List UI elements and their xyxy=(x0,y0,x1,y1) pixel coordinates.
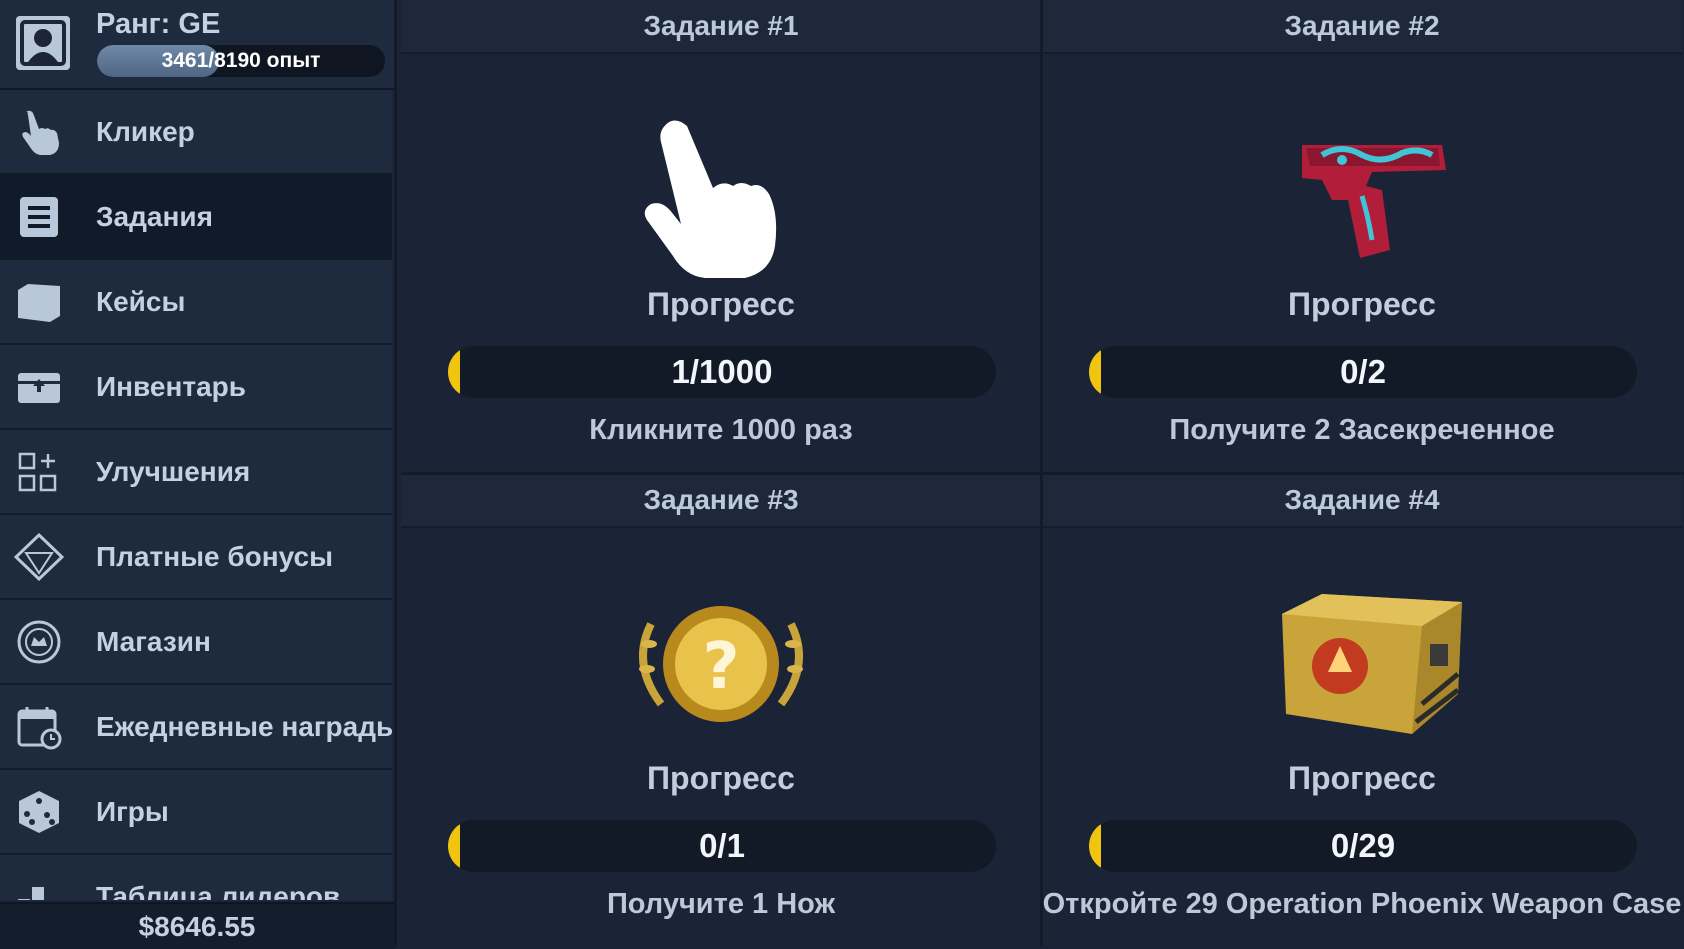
sidebar-item-label: Игры xyxy=(96,796,169,827)
inventory-icon xyxy=(14,363,64,411)
grid-divider-horizontal xyxy=(401,472,1684,475)
progress-label: Прогресс xyxy=(1288,760,1436,796)
shop-icon xyxy=(14,618,64,666)
progress-text: 0/2 xyxy=(1340,353,1386,390)
sidebar-item-leaderboard[interactable]: Таблица лидеров xyxy=(0,855,392,900)
diamond-icon xyxy=(14,533,64,581)
progress-text: 1/1000 xyxy=(671,353,773,390)
quest-title: Задание #3 xyxy=(401,474,1041,528)
quest-description: Откройте 29 Operation Phoenix Weapon Cas… xyxy=(1042,888,1682,920)
progress-label: Прогресс xyxy=(647,286,795,322)
quest-card: Задание #4 Прогресс 0/29 Откройте 29 Ope… xyxy=(1042,474,1682,946)
xp-bar: 3461/8190 опыт xyxy=(97,45,385,77)
sidebar-item-games[interactable]: Игры xyxy=(0,770,392,855)
quest-title: Задание #2 xyxy=(1042,0,1682,54)
quest-card: Задание #2 Прогресс 0/2 Получите 2 Засек… xyxy=(1042,0,1682,472)
sidebar-item-quests[interactable]: Задания xyxy=(0,175,392,260)
quest-title: Задание #4 xyxy=(1042,474,1682,528)
sidebar-item-label: Кейсы xyxy=(96,286,186,317)
sidebar-item-label: Улучшения xyxy=(96,456,251,487)
sidebar-item-daily-rewards[interactable]: Ежедневные награды xyxy=(0,685,394,770)
progress-bar: 1/1000 xyxy=(448,346,996,398)
sidebar-item-label: Ежедневные награды xyxy=(96,711,394,742)
progress-label: Прогресс xyxy=(1288,286,1436,322)
progress-bar: 0/2 xyxy=(1089,346,1637,398)
progress-bar: 0/1 xyxy=(448,820,996,872)
quest-description: Кликните 1000 раз xyxy=(589,414,853,446)
quests-grid: Задание #1 Прогресс 1/1000 Кликните 1000… xyxy=(401,0,1684,947)
quest-card: Задание #3 ? Прогресс 0/1 Получите 1 Нож xyxy=(401,474,1041,946)
quest-card: Задание #1 Прогресс 1/1000 Кликните 1000… xyxy=(401,0,1041,472)
xp-text: 3461/8190 опыт xyxy=(161,49,321,72)
sidebar: Ранг: GE 3461/8190 опыт Кликер Задания К… xyxy=(0,0,397,949)
upgrades-grid-icon xyxy=(14,448,64,496)
pistol-icon xyxy=(1262,100,1462,280)
rank-title: Ранг: GE xyxy=(96,8,221,40)
sidebar-item-cases[interactable]: Кейсы xyxy=(0,260,392,345)
sidebar-item-label: Кликер xyxy=(96,116,195,147)
sidebar-item-paid-bonuses[interactable]: Платные бонусы xyxy=(0,515,392,600)
sidebar-nav: Кликер Задания Кейсы Инвентарь Улучшения xyxy=(0,90,394,900)
sidebar-item-label: Задания xyxy=(96,201,213,232)
calendar-icon xyxy=(14,703,64,751)
pointer-hand-icon xyxy=(621,100,821,280)
leaderboard-icon xyxy=(14,873,64,900)
list-scroll-icon xyxy=(14,193,64,241)
sidebar-item-label: Таблица лидеров xyxy=(96,881,341,900)
mystery-medal-icon: ? xyxy=(621,574,821,754)
svg-text:?: ? xyxy=(702,630,739,704)
progress-text: 0/1 xyxy=(699,827,745,864)
sidebar-item-shop[interactable]: Магазин xyxy=(0,600,392,685)
quest-title: Задание #1 xyxy=(401,0,1041,54)
sidebar-item-label: Инвентарь xyxy=(96,371,246,402)
profile-panel: Ранг: GE 3461/8190 опыт xyxy=(0,0,394,90)
balance-display: $8646.55 xyxy=(0,902,394,949)
case-icon xyxy=(14,278,64,326)
sidebar-item-inventory[interactable]: Инвентарь xyxy=(0,345,392,430)
sidebar-item-label: Платные бонусы xyxy=(96,541,334,572)
avatar-icon[interactable] xyxy=(16,16,70,70)
progress-text: 0/29 xyxy=(1330,827,1396,864)
weapon-case-icon xyxy=(1262,574,1462,754)
quest-description: Получите 1 Нож xyxy=(606,888,836,920)
progress-label: Прогресс xyxy=(647,760,795,796)
sidebar-item-label: Магазин xyxy=(96,626,211,657)
pointer-hand-icon xyxy=(14,108,64,156)
sidebar-item-clicker[interactable]: Кликер xyxy=(0,90,392,175)
sidebar-item-upgrades[interactable]: Улучшения xyxy=(0,430,392,515)
progress-bar: 0/29 xyxy=(1089,820,1637,872)
quest-description: Получите 2 Засекреченное xyxy=(1169,414,1555,446)
dice-icon xyxy=(14,788,64,836)
